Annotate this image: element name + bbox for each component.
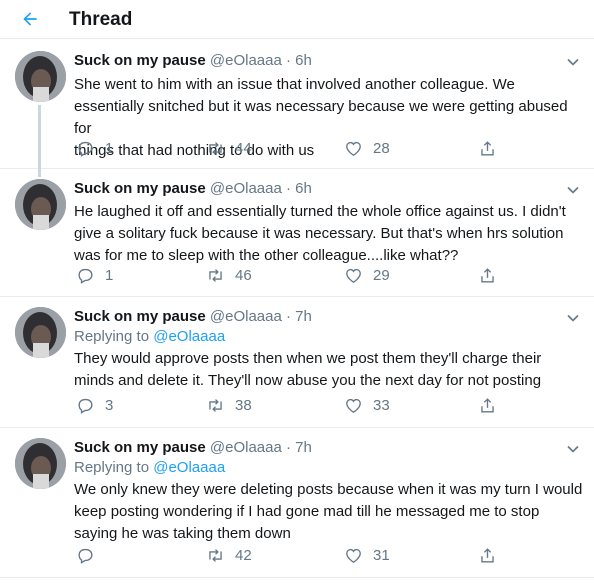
reply-count: 1 [105, 267, 114, 284]
like-count: 29 [373, 267, 390, 284]
reply-icon [78, 268, 93, 284]
retweet-count: 42 [235, 547, 252, 564]
share-icon [481, 548, 494, 563]
chevron-down-icon[interactable] [566, 55, 580, 69]
retweet-icon [209, 142, 222, 155]
reply-button[interactable] [76, 546, 105, 565]
tweet[interactable]: Suck on my pause @eOlaaaa · 7h Replying … [0, 428, 594, 578]
tweet-text-line: We only knew they were deleting posts be… [74, 481, 583, 498]
author-handle[interactable]: @eOlaaaa [210, 52, 282, 69]
tweet-header: Suck on my pause @eOlaaaa · 7h [74, 308, 312, 325]
author-name[interactable]: Suck on my pause [74, 439, 206, 456]
share-button[interactable] [478, 546, 497, 565]
heart-icon [346, 141, 361, 157]
thread-line [38, 105, 41, 177]
replying-to-handle[interactable]: @eOlaaaa [153, 459, 225, 476]
retweet-icon [209, 269, 222, 282]
retweet-count: 46 [235, 267, 252, 284]
chevron-down-icon[interactable] [566, 442, 580, 456]
reply-button[interactable]: 1 [76, 266, 113, 285]
heart-icon [346, 398, 361, 414]
tweet-text-line: keep posting wondering if I had gone mad… [74, 503, 540, 520]
tweet[interactable]: Suck on my pause @eOlaaaa · 6h She went … [0, 39, 594, 177]
chevron-down-icon[interactable] [566, 311, 580, 325]
author-name[interactable]: Suck on my pause [74, 308, 206, 325]
tweet-text: They would approve posts then when we po… [74, 348, 584, 392]
retweet-button[interactable]: 42 [206, 546, 252, 565]
tweet-actions: 42 31 [74, 546, 514, 568]
tweet-text-line: essentially snitched but it was necessar… [74, 98, 568, 137]
tweet-text-line: They would approve posts then when we po… [74, 350, 542, 367]
reply-icon [78, 141, 93, 157]
author-handle[interactable]: @eOlaaaa [210, 439, 282, 456]
retweet-icon [209, 399, 222, 412]
replying-to: Replying to @eOlaaaa [74, 459, 225, 476]
tweet-actions: 3 38 33 [74, 396, 514, 418]
retweet-count: 44 [235, 140, 252, 157]
tweet-text-line: He laughed it off and essentially turned… [74, 203, 566, 220]
reply-button[interactable]: 3 [76, 396, 113, 415]
tweet-text-line: She went to him with an issue that invol… [74, 76, 515, 93]
reply-button[interactable]: 1 [76, 139, 113, 158]
avatar[interactable] [15, 438, 66, 489]
tweet-text-line: saying he was taking them down [74, 525, 291, 542]
reply-count: 1 [105, 140, 114, 157]
heart-icon [346, 548, 361, 564]
author-name[interactable]: Suck on my pause [74, 52, 206, 69]
tweet-header: Suck on my pause @eOlaaaa · 6h [74, 52, 312, 69]
retweet-button[interactable]: 38 [206, 396, 252, 415]
author-handle[interactable]: @eOlaaaa [210, 180, 282, 197]
retweet-icon [209, 549, 222, 562]
tweet-text: He laughed it off and essentially turned… [74, 201, 584, 267]
like-button[interactable]: 29 [344, 266, 390, 285]
share-icon [481, 268, 494, 283]
like-button[interactable]: 33 [344, 396, 390, 415]
share-button[interactable] [478, 396, 497, 415]
tweet-time[interactable]: · 7h [286, 439, 312, 456]
share-button[interactable] [478, 139, 497, 158]
arrow-left-icon [23, 12, 37, 26]
tweet-header: Suck on my pause @eOlaaaa · 7h [74, 439, 312, 456]
share-icon [481, 141, 494, 156]
tweet-text-line: minds and delete it. They'll now abuse y… [74, 372, 542, 389]
chevron-down-icon[interactable] [566, 183, 580, 197]
avatar[interactable] [15, 51, 66, 102]
tweet[interactable]: Suck on my pause @eOlaaaa · 7h Replying … [0, 297, 594, 428]
reply-icon [78, 548, 93, 564]
retweet-button[interactable]: 46 [206, 266, 252, 285]
author-name[interactable]: Suck on my pause [74, 180, 206, 197]
tweet-time[interactable]: · 7h [286, 308, 312, 325]
heart-icon [346, 268, 361, 284]
tweet-time[interactable]: · 6h [286, 52, 312, 69]
like-count: 31 [373, 547, 390, 564]
tweet[interactable]: Suck on my pause @eOlaaaa · 6h He laughe… [0, 169, 594, 297]
like-button[interactable]: 28 [344, 139, 390, 158]
page-title: Thread [69, 9, 133, 30]
tweet-text: We only knew they were deleting posts be… [74, 479, 584, 545]
retweet-count: 38 [235, 397, 252, 414]
like-count: 28 [373, 140, 390, 157]
share-button[interactable] [478, 266, 497, 285]
back-button[interactable] [17, 6, 43, 32]
reply-icon [78, 398, 93, 414]
tweet-actions: 1 46 29 [74, 266, 514, 288]
tweet-text-line: was for me to sleep with the other colle… [74, 247, 459, 264]
thread-header: Thread [0, 0, 594, 39]
avatar[interactable] [15, 307, 66, 358]
tweet-header: Suck on my pause @eOlaaaa · 6h [74, 180, 312, 197]
retweet-button[interactable]: 44 [206, 139, 252, 158]
share-icon [481, 398, 494, 413]
tweet-time[interactable]: · 6h [286, 180, 312, 197]
like-button[interactable]: 31 [344, 546, 390, 565]
tweet-actions: 1 44 28 [74, 139, 514, 161]
reply-count: 3 [105, 397, 114, 414]
like-count: 33 [373, 397, 390, 414]
replying-to-handle[interactable]: @eOlaaaa [153, 328, 225, 345]
tweet-text-line: give a solitary fuck because it was nece… [74, 225, 564, 242]
replying-to: Replying to @eOlaaaa [74, 328, 225, 345]
avatar[interactable] [15, 179, 66, 230]
replying-to-label: Replying to [74, 328, 150, 345]
replying-to-label: Replying to [74, 459, 150, 476]
author-handle[interactable]: @eOlaaaa [210, 308, 282, 325]
